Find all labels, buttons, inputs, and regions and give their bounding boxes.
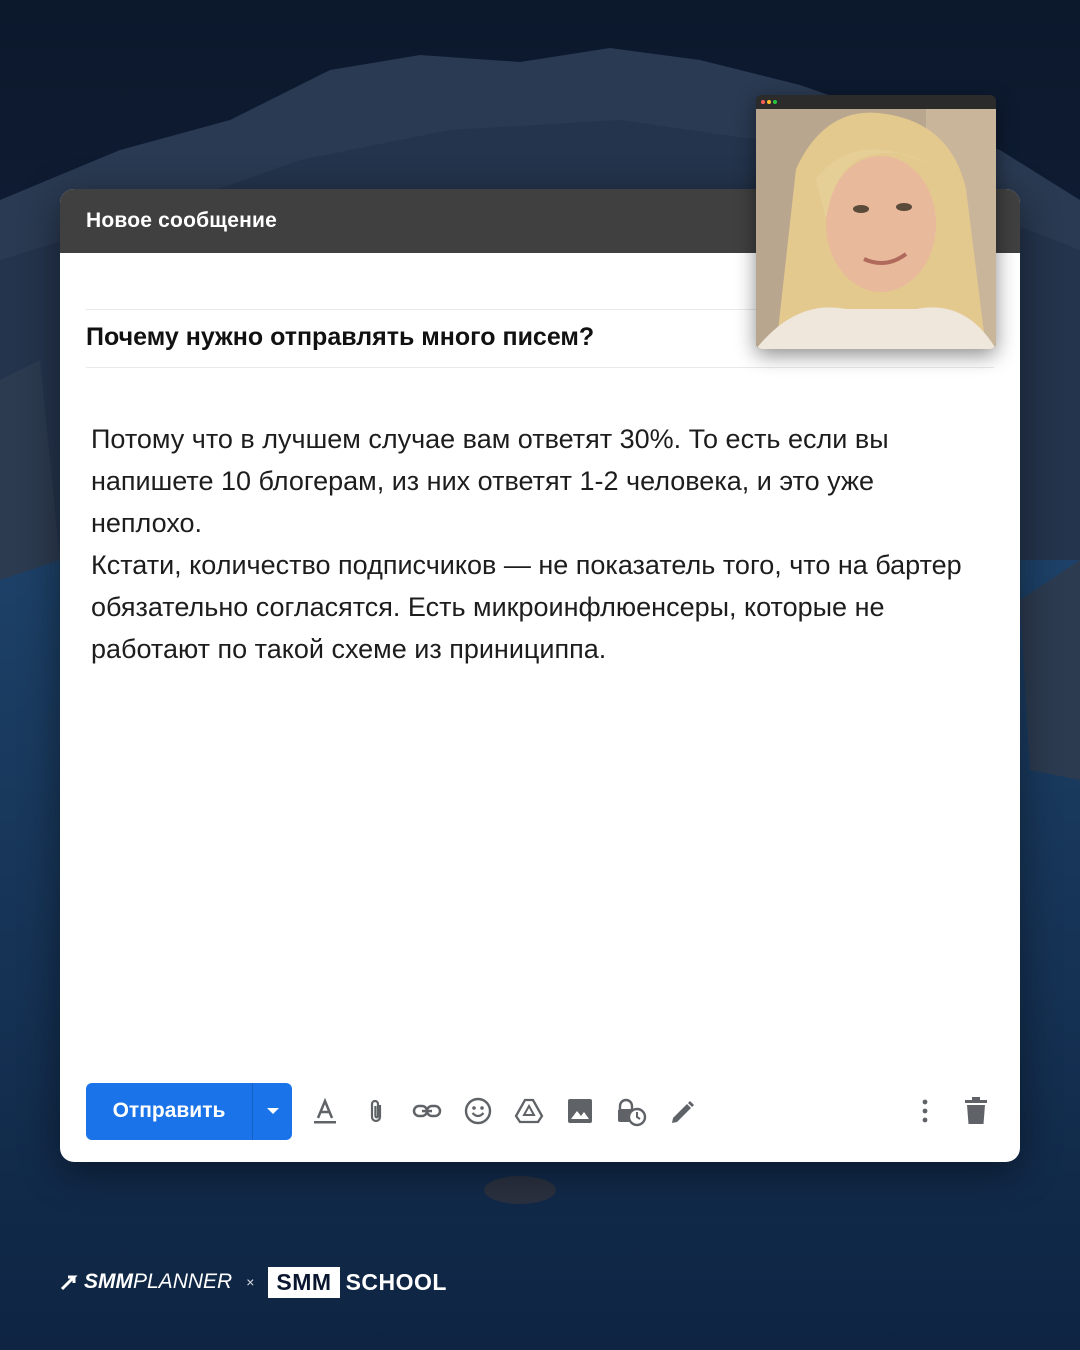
trash-icon[interactable]	[958, 1093, 994, 1129]
send-button[interactable]: Отправить	[86, 1082, 253, 1140]
signature-icon[interactable]	[664, 1093, 700, 1129]
footer-branding: SMM PLANNER × SMM SCHOOL	[60, 1265, 447, 1299]
body-paragraph: Кстати, количество подписчиков — не пока…	[91, 550, 962, 664]
compose-toolbar: Отправить	[86, 1082, 994, 1140]
smm-school-text: SCHOOL	[345, 1268, 447, 1295]
arrow-logo-icon	[60, 1275, 78, 1291]
caret-down-icon	[266, 1108, 279, 1114]
more-options-icon[interactable]	[907, 1093, 943, 1129]
attach-icon[interactable]	[358, 1093, 394, 1129]
subject-divider	[86, 367, 994, 368]
smm-school-box: SMM	[268, 1266, 340, 1298]
link-icon[interactable]	[409, 1093, 445, 1129]
minimize-dot-icon[interactable]	[767, 100, 771, 104]
image-icon[interactable]	[562, 1093, 598, 1129]
subject-field[interactable]: Почему нужно отправлять много писем?	[86, 323, 594, 352]
video-call-window[interactable]	[756, 95, 996, 349]
close-dot-icon[interactable]	[761, 100, 765, 104]
brand-light: PLANNER	[133, 1270, 233, 1293]
video-window-titlebar	[756, 95, 996, 109]
emoji-icon[interactable]	[460, 1093, 496, 1129]
brand-separator: ×	[246, 1274, 255, 1290]
video-feed-image	[756, 109, 996, 349]
format-text-icon[interactable]	[307, 1093, 343, 1129]
confidential-mode-icon[interactable]	[613, 1093, 649, 1129]
smmplanner-logo: SMM PLANNER	[60, 1270, 232, 1294]
message-body[interactable]: Потому что в лучшем случае вам ответят 3…	[91, 418, 991, 670]
body-paragraph: Потому что в лучшем случае вам ответят 3…	[91, 424, 889, 538]
drive-icon[interactable]	[511, 1093, 547, 1129]
schedule-send-button[interactable]	[253, 1083, 292, 1140]
brand-bold: SMM	[84, 1270, 133, 1293]
send-button-group: Отправить	[86, 1082, 292, 1140]
maximize-dot-icon[interactable]	[773, 100, 777, 104]
compose-title: Новое сообщение	[86, 209, 277, 232]
